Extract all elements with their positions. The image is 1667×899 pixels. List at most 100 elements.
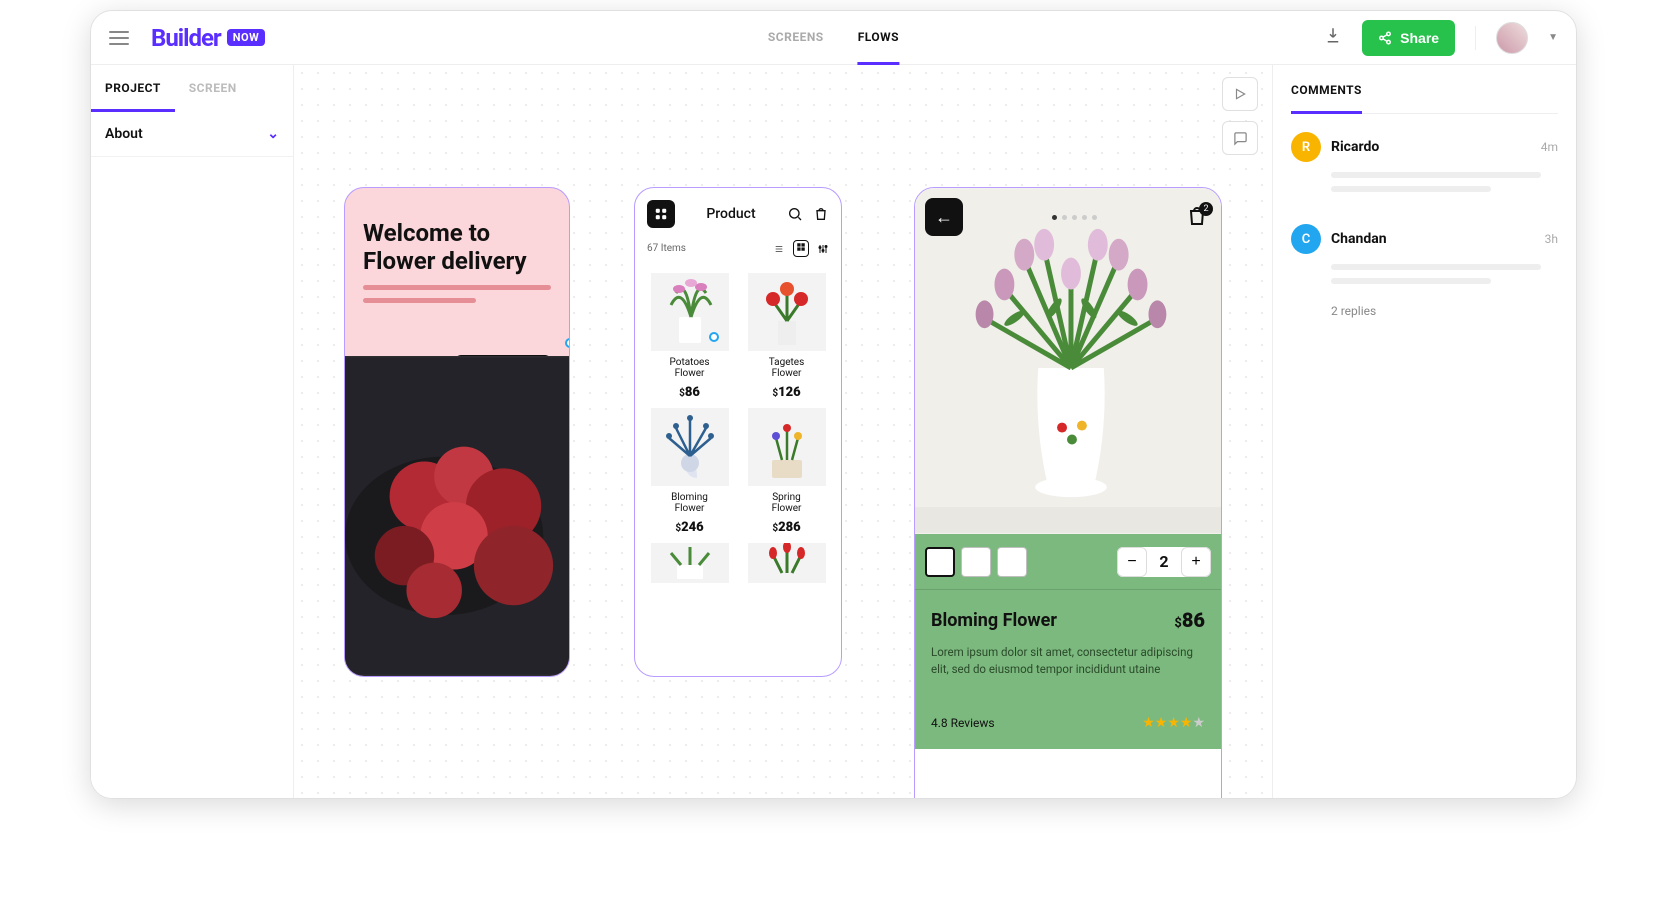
avatar[interactable]: [1496, 22, 1528, 54]
comment-author: Chandan: [1331, 231, 1387, 247]
back-button[interactable]: ←: [925, 198, 963, 236]
review-score: 4.8 Reviews: [931, 716, 995, 730]
product-thumb: [748, 408, 826, 486]
left-tabs: PROJECT SCREEN: [91, 65, 293, 112]
product-card[interactable]: Bloming Flower $246: [647, 408, 732, 535]
product-list-title: Product: [706, 206, 755, 222]
comment-avatar: C: [1291, 224, 1321, 254]
bag-count: 2: [1199, 202, 1213, 216]
comment-avatar: R: [1291, 132, 1321, 162]
carousel-dots[interactable]: [1052, 215, 1097, 220]
comment-time: 3h: [1545, 232, 1558, 246]
comments-header: COMMENTS: [1291, 65, 1362, 114]
share-button-label: Share: [1400, 30, 1439, 46]
detail-green-panel: − 2 + Bloming Flower $86 Lorem ipsum dol…: [915, 534, 1221, 749]
comment-item[interactable]: C Chandan 3h 2 replies: [1291, 206, 1558, 324]
share-button[interactable]: Share: [1362, 20, 1455, 56]
detail-product-name: Bloming Flower: [931, 610, 1057, 631]
chevron-down-icon: ⌄: [267, 126, 279, 142]
app-frame: Builder NOW SCREENS FLOWS Share ▼ PROJEC…: [90, 10, 1577, 799]
logo[interactable]: Builder NOW: [151, 24, 265, 52]
detail-topbar: ← 2: [925, 198, 1211, 236]
mock-screen-welcome[interactable]: Welcome to Flower delivery Get started →: [344, 187, 570, 677]
menu-icon[interactable]: [109, 31, 129, 45]
top-tabs: SCREENS FLOWS: [768, 10, 899, 65]
about-section[interactable]: About ⌄: [91, 112, 293, 157]
product-name: Tagetes: [744, 357, 829, 368]
product-thumb: [748, 543, 826, 583]
variant-thumb[interactable]: [925, 547, 955, 577]
product-card[interactable]: [647, 543, 732, 589]
star-rating: ★★★★★: [1142, 715, 1205, 731]
mock-screen-product-detail[interactable]: ← 2: [914, 187, 1222, 798]
product-price: $126: [744, 385, 829, 400]
download-icon[interactable]: [1324, 26, 1342, 49]
play-button[interactable]: [1222, 77, 1258, 111]
topbar: Builder NOW SCREENS FLOWS Share ▼: [91, 11, 1576, 65]
flow-node[interactable]: [565, 338, 570, 348]
product-card[interactable]: Spring Flower $286: [744, 408, 829, 535]
product-list-subheader: 67 Items: [635, 236, 841, 265]
product-name: Potatoes: [647, 357, 732, 368]
tab-screens[interactable]: SCREENS: [768, 10, 824, 65]
logo-text: Builder: [151, 24, 221, 52]
detail-strip: − 2 +: [915, 534, 1221, 590]
flow-node[interactable]: [709, 332, 719, 342]
left-panel: PROJECT SCREEN About ⌄: [91, 65, 294, 798]
product-sub: Flower: [647, 503, 732, 514]
welcome-title: Welcome to Flower delivery: [345, 188, 569, 285]
about-label: About: [105, 126, 143, 142]
share-icon: [1378, 31, 1392, 45]
comments-panel: COMMENTS R Ricardo 4m C Chandan 3h 2 rep…: [1272, 65, 1576, 798]
divider: [1475, 26, 1476, 50]
product-card[interactable]: Tagetes Flower $126: [744, 273, 829, 400]
product-name: Spring: [744, 492, 829, 503]
detail-product-price: $86: [1174, 608, 1205, 632]
list-view-icon[interactable]: [773, 244, 785, 254]
bag-icon[interactable]: 2: [1185, 204, 1211, 230]
product-thumb: [651, 408, 729, 486]
detail-description: Lorem ipsum dolor sit amet, consectetur …: [931, 644, 1205, 677]
canvas[interactable]: Welcome to Flower delivery Get started →: [294, 65, 1272, 798]
chevron-down-icon[interactable]: ▼: [1548, 32, 1558, 43]
left-tab-screen[interactable]: SCREEN: [175, 65, 251, 112]
comment-author: Ricardo: [1331, 139, 1379, 155]
qty-minus-button[interactable]: −: [1117, 547, 1147, 577]
product-price: $286: [744, 520, 829, 535]
mock-screen-product-list[interactable]: Product 67 Items: [634, 187, 842, 677]
quantity-stepper: − 2 +: [1117, 547, 1211, 577]
detail-info: Bloming Flower $86 Lorem ipsum dolor sit…: [915, 590, 1221, 749]
comment-body-skeleton: [1291, 162, 1558, 192]
welcome-subtitle-skeleton: [345, 285, 569, 303]
variant-thumb[interactable]: [997, 547, 1027, 577]
tab-flows[interactable]: FLOWS: [858, 10, 899, 65]
qty-value: 2: [1147, 552, 1181, 571]
grid-view-icon[interactable]: [793, 240, 809, 257]
welcome-title-l1: Welcome to: [363, 220, 551, 248]
product-grid: Potatoes Flower $86 Tagetes Flower $126 …: [635, 265, 841, 597]
comment-body-skeleton: [1291, 254, 1558, 284]
category-icon[interactable]: [647, 200, 675, 228]
product-list-header: Product: [635, 188, 841, 236]
canvas-tools: [1222, 77, 1258, 155]
product-price: $86: [647, 385, 732, 400]
variant-thumb[interactable]: [961, 547, 991, 577]
filter-icon[interactable]: [817, 243, 829, 255]
bag-icon[interactable]: [813, 206, 829, 222]
product-price: $246: [647, 520, 732, 535]
comment-replies[interactable]: 2 replies: [1291, 292, 1558, 318]
product-card[interactable]: [744, 543, 829, 589]
product-sub: Flower: [744, 503, 829, 514]
view-controls: [773, 240, 829, 257]
left-tab-project[interactable]: PROJECT: [91, 65, 175, 112]
product-list-actions: [787, 206, 829, 222]
item-count: 67 Items: [647, 243, 686, 254]
comment-button[interactable]: [1222, 121, 1258, 155]
comment-item[interactable]: R Ricardo 4m: [1291, 114, 1558, 206]
product-card[interactable]: Potatoes Flower $86: [647, 273, 732, 400]
topbar-actions: Share ▼: [1324, 20, 1558, 56]
qty-plus-button[interactable]: +: [1181, 547, 1211, 577]
product-thumb: [651, 543, 729, 583]
search-icon[interactable]: [787, 206, 803, 222]
product-sub: Flower: [647, 368, 732, 379]
